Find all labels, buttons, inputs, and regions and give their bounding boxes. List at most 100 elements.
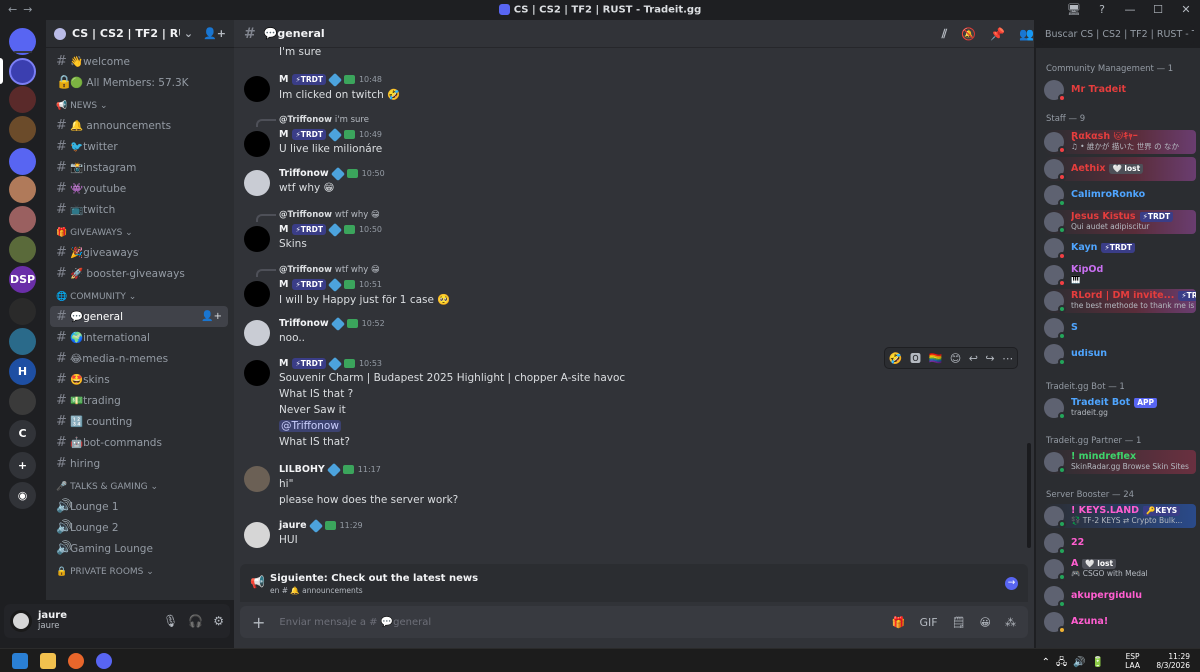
member-item[interactable]: ! mindreflex SkinRadar.gg Browse Skin Sit… [1044,450,1196,474]
member-item[interactable]: Mr Tradeit [1044,78,1196,102]
server-icon[interactable] [9,206,36,233]
threads-icon[interactable]: ⫽ [942,27,947,42]
channel-item[interactable]: # 🐦twitter [50,136,228,157]
avatar[interactable] [10,610,32,632]
avatar[interactable] [1044,317,1066,340]
next-channel-banner[interactable]: 📢 Siguiente: Check out the latest news e… [240,564,1028,602]
member-item[interactable]: 22 [1044,531,1196,555]
channel-item[interactable]: # hiring [50,453,228,474]
reply-preview[interactable]: @Triffonow wtf why 😁 [279,210,380,220]
avatar[interactable] [1044,238,1066,260]
avatar[interactable] [1044,585,1066,608]
member-item[interactable]: Aethix 🤍 lost [1044,156,1196,181]
channel-category[interactable]: 🌐 COMMUNITY ⌄ [46,284,234,306]
discord-taskbar-icon[interactable] [96,653,112,669]
channel-item[interactable]: # 👋welcome [50,51,228,72]
member-item[interactable]: akupergidulu [1044,584,1196,608]
author-name[interactable]: M [279,74,288,85]
member-item[interactable]: KipOd 🎹 [1044,263,1196,287]
member-item[interactable]: Jesus Kistus ⚡TRDT Qui audet adipiscitur [1044,209,1196,234]
author-name[interactable]: Triffonow [279,168,329,179]
channel-item[interactable]: # 💵trading [50,390,228,411]
gift-icon[interactable]: 🎁 [892,616,906,629]
reply-preview[interactable]: @Triffonow i'm sure [279,115,369,125]
server-icon[interactable] [9,328,36,355]
pin-icon[interactable]: 📌 [990,27,1005,42]
settings-gear-icon[interactable]: ⚙ [213,614,224,628]
channel-category[interactable]: 📢 NEWS ⌄ [46,93,234,115]
explore-icon[interactable]: ◉ [9,482,36,509]
mute-icon[interactable]: 🔕 [961,27,976,42]
headphones-icon[interactable]: 🎧 [188,614,203,628]
channel-item[interactable]: 🔊 Lounge 2 [50,517,228,538]
channel-category[interactable]: 🎁 GIVEAWAYS ⌄ [46,220,234,242]
invite-icon[interactable]: 👤+ [201,311,222,322]
channel-item[interactable]: # 📺twitch [50,199,228,220]
arrow-right-icon[interactable]: → [1005,577,1018,590]
channel-category[interactable]: 🎤 TALKS & GAMING ⌄ [46,474,234,496]
reaction-flag-icon[interactable]: 🏳️‍🌈 [928,352,942,365]
channel-item[interactable]: # 👾youtube [50,178,228,199]
author-name[interactable]: M [279,224,288,235]
server-icon[interactable] [9,176,36,203]
clock[interactable]: 11:29 8/3/2026 [1156,652,1190,670]
avatar[interactable] [244,170,270,196]
channel-item[interactable]: # 📸instagram [50,157,228,178]
channel-item[interactable]: # 🔔 announcements [50,115,228,136]
author-name[interactable]: jaure [279,520,307,531]
server-icon[interactable]: H [9,358,36,385]
member-item[interactable]: Tradeit Bot APP tradeit.gg [1044,396,1196,420]
member-item[interactable]: Kayn ⚡TRDT [1044,236,1196,260]
message-composer[interactable]: + Enviar mensaje a # 💬general 🎁 GIF 🗒 😀 ⁂ [240,606,1028,638]
add-attachment-icon[interactable]: + [252,613,265,632]
gif-icon[interactable]: GIF [919,616,937,629]
avatar[interactable] [1044,185,1066,207]
chevron-down-icon[interactable]: ⌄ [184,27,193,40]
tradeit-icon[interactable] [9,58,36,85]
server-icon[interactable] [9,116,36,143]
author-name[interactable]: M [279,279,288,290]
forward-icon[interactable]: ↪ [985,352,994,365]
avatar[interactable] [244,466,270,492]
reply-author[interactable]: @Triffonow [279,115,335,125]
add-server-icon[interactable]: + [9,452,36,479]
avatar[interactable] [1044,452,1066,474]
reaction-rofl-icon[interactable]: 🤣 [889,352,903,365]
add-reaction-icon[interactable]: 😊 [950,352,961,365]
more-icon[interactable]: ⋯ [1002,352,1013,365]
microphone-icon[interactable]: 🎙 [163,614,178,628]
channel-item[interactable]: # 🤖bot-commands [50,432,228,453]
guild-header[interactable]: CS | CS2 | TF2 | RUST - Tr... ⌄ 👤+ [46,20,234,48]
invite-icon[interactable]: 👤+ [203,27,226,40]
avatar[interactable] [1044,80,1066,102]
avatar[interactable] [1044,532,1066,555]
tray-icons[interactable]: ⌃🖧🔊🔋 [1042,655,1110,672]
window-control-2[interactable]: — [1116,0,1144,20]
file-explorer-icon[interactable] [40,653,56,669]
apps-icon[interactable]: ⁂ [1005,616,1016,629]
channel-category[interactable]: 🔒 PRIVATE ROOMS ⌄ [46,559,234,581]
author-name[interactable]: M [279,358,288,369]
member-item[interactable]: Ɽαkαsh 🐱ｷｬｰ ♫ • 誰かが 描いた 世界 の なか [1044,130,1196,154]
channel-item[interactable]: 🔊 Lounge 1 [50,496,228,517]
avatar[interactable] [1044,344,1066,366]
member-item[interactable]: A 🤍 lost 🎮 CSGO with Medal [1044,557,1196,581]
reply-author[interactable]: @Triffonow [279,265,335,275]
avatar[interactable] [244,522,270,548]
avatar[interactable] [244,320,270,346]
scrollbar[interactable] [1027,443,1031,548]
avatar[interactable] [244,360,270,386]
avatar[interactable] [244,281,270,307]
member-item[interactable]: S [1044,316,1196,340]
author-name[interactable]: LILBOHY [279,464,325,475]
avatar[interactable] [1044,291,1066,313]
reply-preview[interactable]: @Triffonow wtf why 😁 [279,265,380,275]
channel-item[interactable]: # 🤩skins [50,369,228,390]
server-icon[interactable]: C [9,420,36,447]
members-icon[interactable]: 👥 [1019,27,1034,42]
channel-item[interactable]: 🔒 🟢 All Members: 57.3K [50,72,228,93]
server-icon[interactable] [9,298,36,325]
member-item[interactable]: RLord | DM invite...⚡TRDTthe best method… [1044,289,1196,313]
channel-item[interactable]: # 🎉giveaways [50,242,228,263]
channel-item[interactable]: 🔊 Gaming Lounge [50,538,228,559]
